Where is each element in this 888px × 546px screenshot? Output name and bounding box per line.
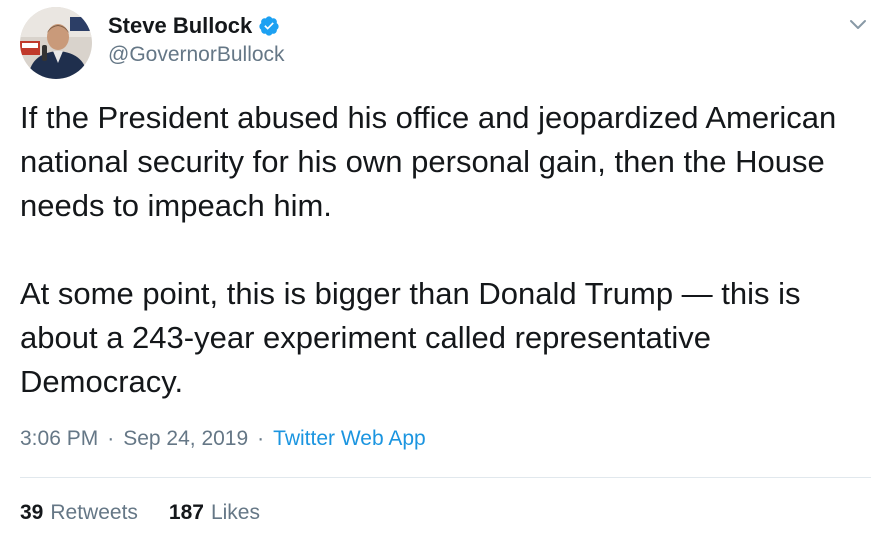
tweet-time[interactable]: 3:06 PM (20, 427, 98, 451)
separator-dot: · (107, 427, 115, 450)
likes-stat[interactable]: 187 Likes (169, 501, 260, 525)
retweets-label: Retweets (50, 501, 138, 524)
retweets-count: 39 (20, 501, 44, 524)
tweet-paragraph: At some point, this is bigger than Donal… (20, 276, 801, 399)
tweet-source-link[interactable]: Twitter Web App (273, 427, 426, 451)
avatar-photo (20, 7, 92, 79)
separator-dot: · (257, 427, 265, 450)
tweet-date[interactable]: Sep 24, 2019 (123, 427, 248, 451)
likes-count: 187 (168, 501, 204, 524)
chevron-down-icon[interactable] (846, 12, 870, 36)
avatar[interactable] (20, 7, 92, 79)
tweet-paragraph: If the President abused his office and j… (20, 100, 837, 223)
author-handle[interactable]: @GovernorBullock (108, 43, 285, 67)
tweet-metadata: 3:06 PM · Sep 24, 2019 · Twitter Web App (20, 427, 426, 451)
author-name-row: Steve Bullock (108, 11, 280, 41)
likes-label: Likes (210, 501, 260, 524)
verified-badge-icon (258, 15, 280, 37)
tweet-text: If the President abused his office and j… (20, 96, 880, 404)
author-display-name[interactable]: Steve Bullock (108, 13, 252, 39)
tweet-stats: 39 Retweets 187 Likes (20, 501, 260, 525)
divider (20, 477, 871, 478)
retweets-stat[interactable]: 39 Retweets (20, 501, 138, 525)
